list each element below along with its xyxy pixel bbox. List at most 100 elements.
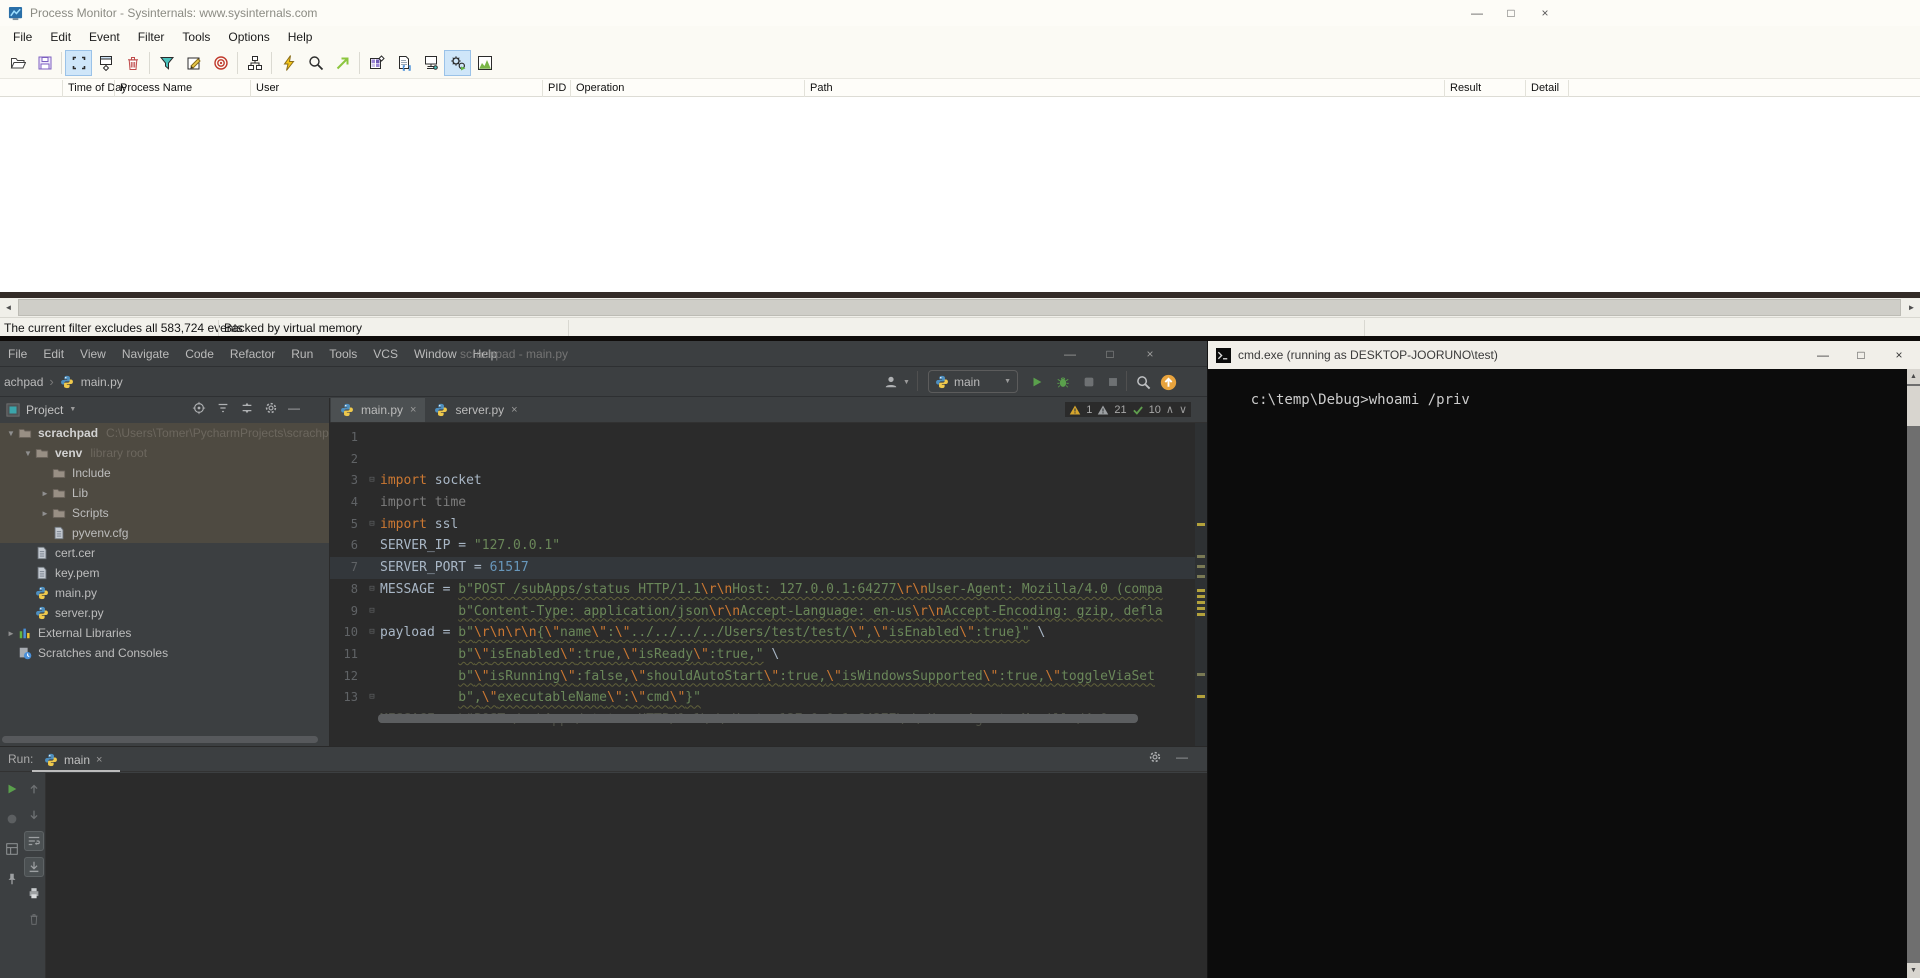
soft-wrap-button[interactable] <box>24 831 44 851</box>
procmon-close-button[interactable]: × <box>1528 2 1562 23</box>
code-line-1[interactable]: 1 <box>330 427 1195 449</box>
column-header-time-of-day[interactable]: Time of Day <box>68 82 127 94</box>
run-configuration-selector[interactable]: main ▼ <box>928 370 1018 393</box>
stop-button[interactable] <box>2 809 22 829</box>
network-activity-icon[interactable] <box>417 50 444 76</box>
capture-events-icon[interactable] <box>65 50 92 76</box>
locate-icon[interactable] <box>192 401 206 415</box>
project-tree-item-external-libraries[interactable]: ►External Libraries <box>0 623 329 643</box>
error-stripe-mark[interactable] <box>1197 673 1205 676</box>
open-file-icon[interactable] <box>4 50 31 76</box>
column-header-operation[interactable]: Operation <box>576 82 624 94</box>
code-line-2[interactable]: 2 <box>330 449 1195 471</box>
highlight-icon[interactable] <box>180 50 207 76</box>
jump-to-icon[interactable] <box>329 50 356 76</box>
cmd-scrollbar[interactable]: ▲ ▼ <box>1907 369 1920 978</box>
project-tree-item-key-pem[interactable]: key.pem <box>0 563 329 583</box>
procmon-minimize-button[interactable]: — <box>1460 2 1494 23</box>
menu-event[interactable]: Event <box>80 28 129 46</box>
error-stripe-mark[interactable] <box>1197 523 1205 526</box>
run-settings-gear-icon[interactable] <box>1148 750 1162 764</box>
search-everywhere-icon[interactable] <box>1136 371 1151 393</box>
column-header-pid[interactable]: PID <box>548 82 566 94</box>
error-stripe-mark[interactable] <box>1197 613 1205 616</box>
project-tree-item-server-py[interactable]: server.py <box>0 603 329 623</box>
close-icon[interactable]: × <box>511 404 517 416</box>
code-line-8[interactable]: 8⊟MESSAGE = b"POST /subApps/status HTTP/… <box>330 579 1195 601</box>
menu-window[interactable]: Window <box>406 343 465 365</box>
project-tree-item-main-py[interactable]: main.py <box>0 583 329 603</box>
clear-display-icon[interactable] <box>119 50 146 76</box>
coverage-button[interactable] <box>1082 371 1096 393</box>
down-arrow-button[interactable] <box>24 805 44 825</box>
column-header-process-name[interactable]: Process Name <box>120 82 192 94</box>
code-line-4[interactable]: 4import time <box>330 492 1195 514</box>
update-notification-icon[interactable] <box>1160 371 1177 393</box>
menu-code[interactable]: Code <box>177 343 222 365</box>
scroll-to-end-button[interactable] <box>24 857 44 877</box>
column-header-path[interactable]: Path <box>810 82 833 94</box>
chevron-down-icon[interactable]: ▼ <box>4 429 18 438</box>
scroll-right-arrow-icon[interactable]: ► <box>1903 298 1920 317</box>
menu-filter[interactable]: Filter <box>129 28 174 46</box>
menu-refactor[interactable]: Refactor <box>222 343 283 365</box>
menu-edit[interactable]: Edit <box>35 343 72 365</box>
pin-button[interactable] <box>2 869 22 889</box>
pycharm-maximize-button[interactable]: □ <box>1090 341 1130 366</box>
code-line-5[interactable]: 5⊟import ssl <box>330 514 1195 536</box>
column-header-result[interactable]: Result <box>1450 82 1481 94</box>
inspections-widget[interactable]: 1 21 10 ∧ ∨ <box>1065 402 1191 417</box>
fold-marker-icon[interactable]: ⊟ <box>366 514 378 536</box>
vcs-user-icon[interactable] <box>884 371 898 393</box>
project-tree-item-scrachpad[interactable]: ▼scrachpadC:\Users\Tomer\PycharmProjects… <box>0 423 329 443</box>
hide-icon[interactable]: — <box>288 401 300 415</box>
menu-tools[interactable]: Tools <box>173 28 219 46</box>
project-tree-item-scripts[interactable]: ►Scripts <box>0 503 329 523</box>
cmd-maximize-button[interactable]: □ <box>1842 343 1880 366</box>
stop-button[interactable] <box>1106 371 1120 393</box>
menu-tools[interactable]: Tools <box>321 343 365 365</box>
scroll-up-arrow-icon[interactable]: ▲ <box>1907 369 1920 384</box>
column-header-user[interactable]: User <box>256 82 279 94</box>
project-panel-title[interactable]: Project <box>26 403 63 417</box>
code-line-13[interactable]: 13⊟ b",\"executableName\":\"cmd\"}" <box>330 687 1195 709</box>
column-header-detail[interactable]: Detail <box>1531 82 1559 94</box>
editor-horizontal-scrollbar[interactable] <box>378 714 1138 723</box>
boot-logging-icon[interactable] <box>275 50 302 76</box>
project-tree-item-lib[interactable]: ►Lib <box>0 483 329 503</box>
code-line-9[interactable]: 9⊟ b"Content-Type: application/json\r\nA… <box>330 601 1195 623</box>
rerun-button[interactable] <box>2 779 22 799</box>
breadcrumb-file[interactable]: main.py <box>81 375 123 389</box>
file-activity-icon[interactable] <box>390 50 417 76</box>
error-stripe-mark[interactable] <box>1197 695 1205 698</box>
up-arrow-button[interactable] <box>24 779 44 799</box>
chevron-right-icon[interactable]: ► <box>38 509 52 518</box>
save-icon[interactable] <box>31 50 58 76</box>
profiling-events-icon[interactable] <box>471 50 498 76</box>
run-console-output[interactable] <box>46 773 1207 978</box>
error-stripe-mark[interactable] <box>1197 607 1205 610</box>
code-line-10[interactable]: 10⊟payload = b"\r\n\r\n{\"name\":\"../..… <box>330 622 1195 644</box>
project-panel-scrollbar[interactable] <box>2 736 318 743</box>
gear-icon[interactable] <box>264 401 278 415</box>
code-line-7[interactable]: 7SERVER_PORT = 61517 <box>330 557 1195 579</box>
cmd-close-button[interactable]: × <box>1880 343 1918 366</box>
code-line-3[interactable]: 3⊟import socket <box>330 470 1195 492</box>
find-icon[interactable] <box>302 50 329 76</box>
pycharm-close-button[interactable]: × <box>1130 341 1170 366</box>
error-stripe-mark[interactable] <box>1197 601 1205 604</box>
editor-tab-main-py[interactable]: main.py × <box>331 398 425 422</box>
error-stripe-mark[interactable] <box>1197 565 1205 568</box>
project-tree-item-cert-cer[interactable]: cert.cer <box>0 543 329 563</box>
menu-help[interactable]: Help <box>279 28 322 46</box>
menu-file[interactable]: File <box>0 343 35 365</box>
procmon-event-list[interactable] <box>0 97 1920 292</box>
close-icon[interactable]: × <box>96 754 102 766</box>
run-button[interactable] <box>1030 371 1044 393</box>
clear-all-button[interactable] <box>24 909 44 929</box>
cmd-terminal[interactable]: c:\temp\Debug>whoami /priv <box>1208 369 1907 978</box>
project-tree-item-venv[interactable]: ▼venvlibrary root <box>0 443 329 463</box>
menu-run[interactable]: Run <box>283 343 321 365</box>
code-editor[interactable]: 123⊟import socket4import time5⊟import ss… <box>330 423 1195 746</box>
procmon-scrollbar-thumb[interactable] <box>18 299 1901 316</box>
